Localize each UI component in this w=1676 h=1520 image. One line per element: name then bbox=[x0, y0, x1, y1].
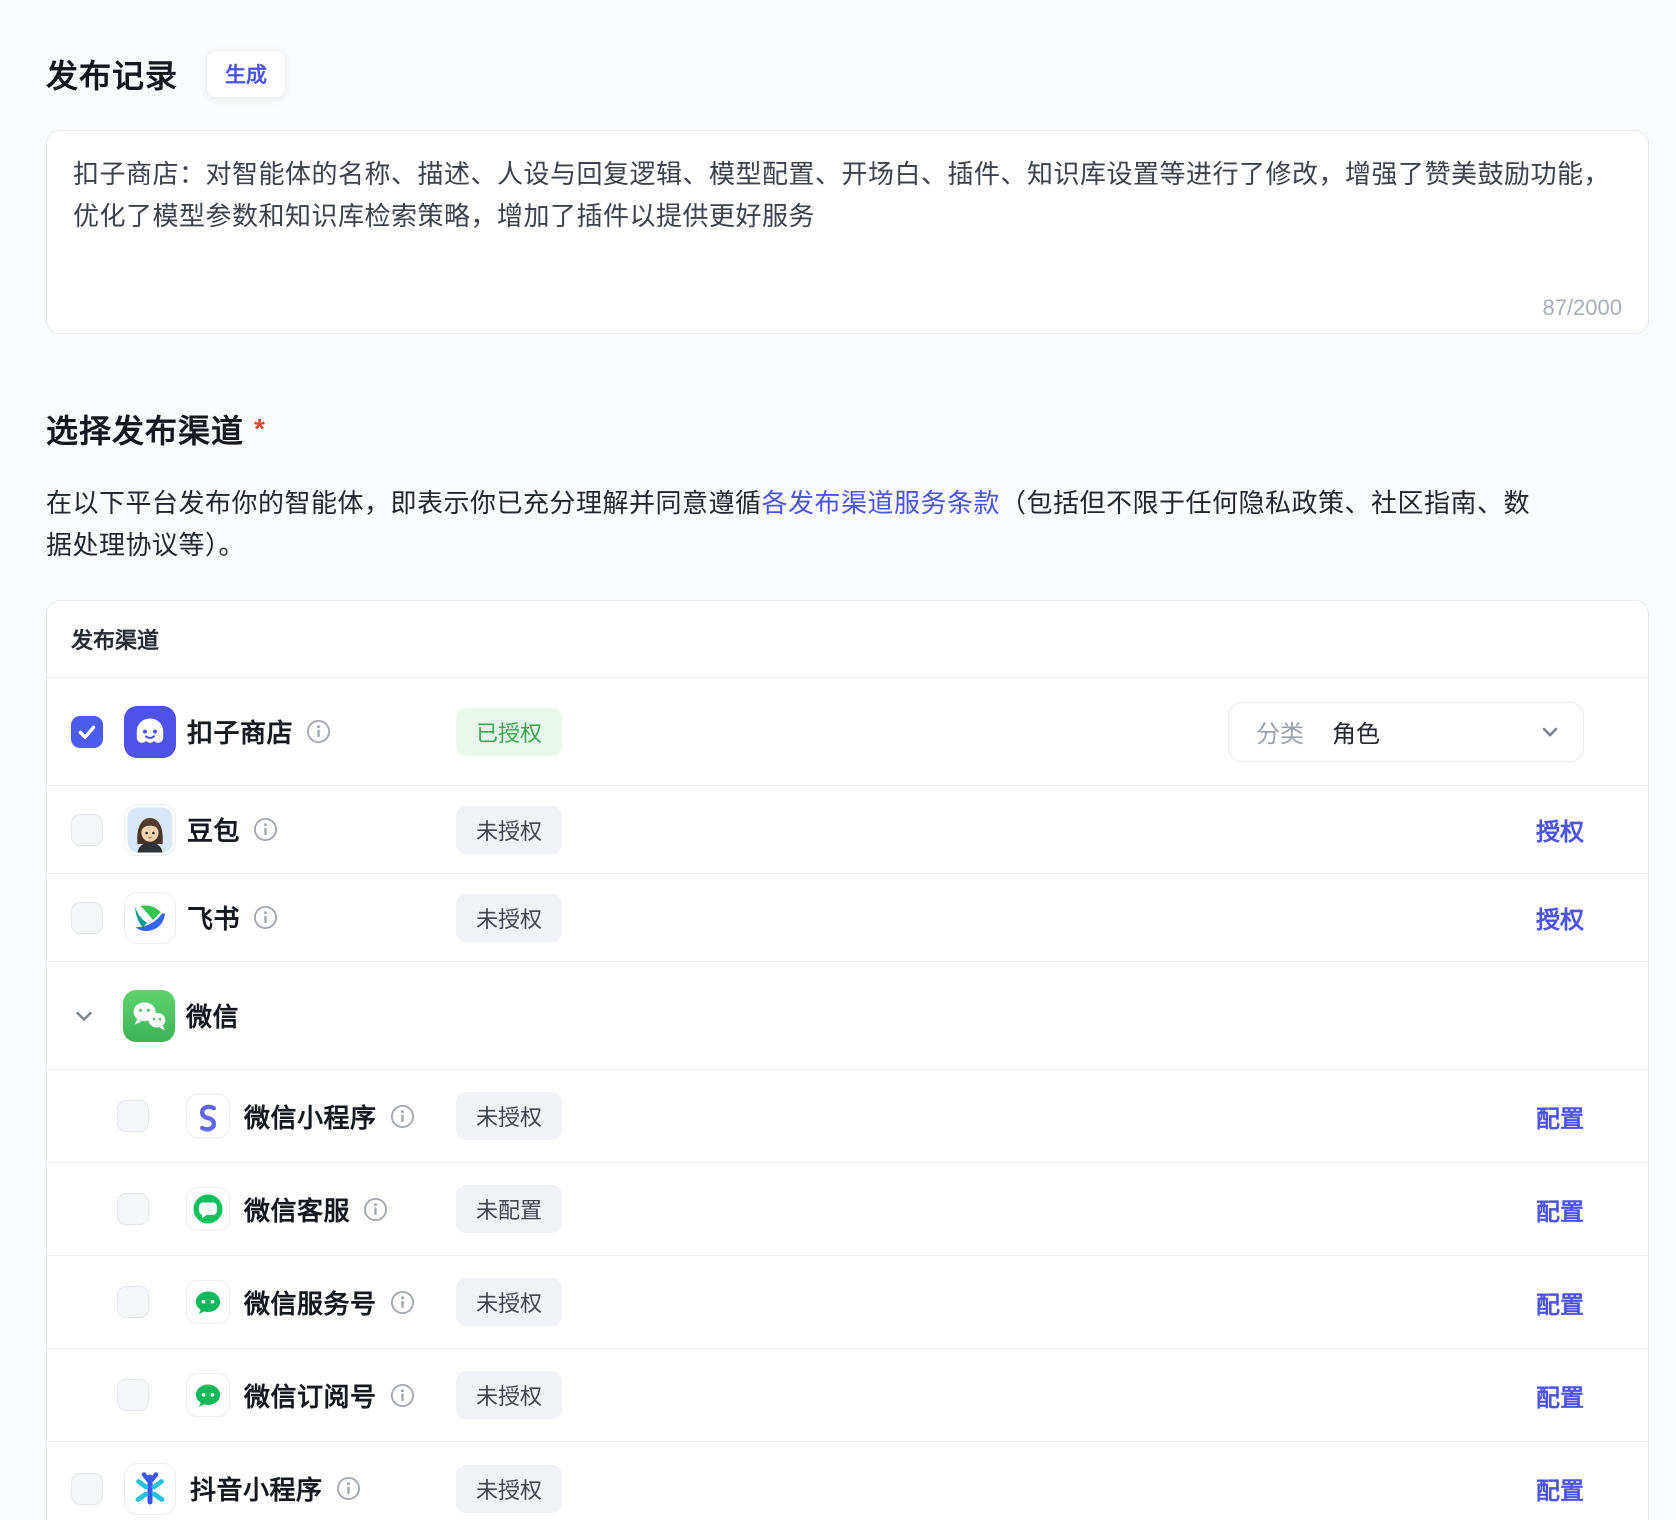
info-icon[interactable] bbox=[306, 719, 331, 744]
wechat-kefu-icon bbox=[186, 1187, 230, 1231]
feishu-checkbox[interactable] bbox=[71, 902, 103, 934]
wechat-kefu-checkbox[interactable] bbox=[117, 1193, 149, 1225]
wechat-service-account-checkbox[interactable] bbox=[117, 1286, 149, 1318]
info-icon[interactable] bbox=[390, 1290, 415, 1315]
page-title: 发布记录 bbox=[46, 51, 178, 97]
check-icon bbox=[72, 716, 102, 748]
channel-row-wechat-service-account: 微信服务号 未授权 配置 bbox=[47, 1256, 1648, 1349]
channel-name: 微信 bbox=[186, 997, 239, 1034]
wechat-miniprogram-icon bbox=[186, 1094, 230, 1138]
section-title: 选择发布渠道 * bbox=[46, 406, 1649, 452]
publish-record-text: 扣子商店：对智能体的名称、描述、人设与回复逻辑、模型配置、开场白、插件、知识库设… bbox=[73, 153, 1622, 237]
status-badge: 未配置 bbox=[456, 1185, 562, 1233]
channel-name: 扣子商店 bbox=[187, 713, 293, 750]
coze-store-checkbox[interactable] bbox=[71, 716, 103, 748]
wechat-icon bbox=[123, 990, 175, 1042]
section-title-text: 选择发布渠道 bbox=[46, 413, 244, 449]
channel-name: 微信服务号 bbox=[244, 1284, 377, 1321]
channel-row-doubao: 豆包 未授权 授权 bbox=[47, 786, 1648, 874]
channels-table-header: 发布渠道 bbox=[47, 601, 1648, 678]
status-badge: 未授权 bbox=[456, 894, 562, 942]
channel-row-coze-store: 扣子商店 已授权 分类 角色 bbox=[47, 678, 1648, 786]
info-icon[interactable] bbox=[253, 817, 278, 842]
channel-row-wechat-subscription-account: 微信订阅号 未授权 配置 bbox=[47, 1349, 1648, 1442]
collapse-chevron-icon[interactable] bbox=[71, 1003, 97, 1029]
disclaimer-before: 在以下平台发布你的智能体，即表示你已充分理解并同意遵循 bbox=[46, 488, 762, 518]
status-badge: 已授权 bbox=[456, 708, 562, 756]
channel-row-wechat-kefu: 微信客服 未配置 配置 bbox=[47, 1163, 1648, 1256]
char-counter: 87/2000 bbox=[1542, 295, 1622, 321]
douyin-miniprogram-checkbox[interactable] bbox=[71, 1473, 103, 1505]
channel-row-wechat-miniprogram: 微信小程序 未授权 配置 bbox=[47, 1070, 1648, 1163]
channel-name: 豆包 bbox=[187, 811, 240, 848]
feishu-icon bbox=[124, 892, 176, 944]
authorize-link[interactable]: 授权 bbox=[1536, 812, 1584, 847]
info-icon[interactable] bbox=[390, 1383, 415, 1408]
chevron-down-icon bbox=[1537, 719, 1563, 745]
wechat-miniprogram-checkbox[interactable] bbox=[117, 1100, 149, 1132]
info-icon[interactable] bbox=[253, 905, 278, 930]
channel-name: 微信订阅号 bbox=[244, 1377, 377, 1414]
required-asterisk: * bbox=[254, 413, 266, 444]
status-badge: 未授权 bbox=[456, 1092, 562, 1140]
channel-row-douyin-miniprogram: 抖音小程序 未授权 配置 bbox=[47, 1442, 1648, 1520]
channels-panel: 发布渠道 扣子商店 已授权 分类 角色 bbox=[46, 600, 1649, 1520]
doubao-icon bbox=[124, 804, 176, 856]
category-value: 角色 bbox=[1332, 714, 1380, 749]
publish-page: 发布记录 生成 扣子商店：对智能体的名称、描述、人设与回复逻辑、模型配置、开场白… bbox=[0, 50, 1676, 1520]
wechat-service-account-icon bbox=[186, 1280, 230, 1324]
channel-name: 微信小程序 bbox=[244, 1098, 377, 1135]
configure-link[interactable]: 配置 bbox=[1536, 1099, 1584, 1134]
category-label: 分类 bbox=[1256, 714, 1304, 749]
configure-link[interactable]: 配置 bbox=[1536, 1192, 1584, 1227]
category-dropdown[interactable]: 分类 角色 bbox=[1228, 702, 1584, 762]
status-badge: 未授权 bbox=[456, 1278, 562, 1326]
channel-name: 微信客服 bbox=[244, 1191, 350, 1228]
wechat-subscription-account-icon bbox=[186, 1373, 230, 1417]
info-icon[interactable] bbox=[390, 1104, 415, 1129]
page-header: 发布记录 生成 bbox=[46, 50, 1649, 98]
configure-link[interactable]: 配置 bbox=[1536, 1378, 1584, 1413]
doubao-checkbox[interactable] bbox=[71, 814, 103, 846]
channel-group-row-wechat: 微信 bbox=[47, 962, 1648, 1070]
channel-row-feishu: 飞书 未授权 授权 bbox=[47, 874, 1648, 962]
authorize-link[interactable]: 授权 bbox=[1536, 900, 1584, 935]
wechat-subscription-account-checkbox[interactable] bbox=[117, 1379, 149, 1411]
publish-record-textarea[interactable]: 扣子商店：对智能体的名称、描述、人设与回复逻辑、模型配置、开场白、插件、知识库设… bbox=[46, 130, 1649, 334]
coze-store-icon bbox=[124, 706, 176, 758]
configure-link[interactable]: 配置 bbox=[1536, 1471, 1584, 1506]
generate-button[interactable]: 生成 bbox=[206, 50, 286, 98]
status-badge: 未授权 bbox=[456, 1465, 562, 1513]
channel-name: 抖音小程序 bbox=[190, 1470, 323, 1507]
configure-link[interactable]: 配置 bbox=[1536, 1285, 1584, 1320]
terms-link[interactable]: 各发布渠道服务条款 bbox=[762, 488, 1001, 518]
disclaimer-text: 在以下平台发布你的智能体，即表示你已充分理解并同意遵循各发布渠道服务条款（包括但… bbox=[46, 482, 1549, 566]
info-icon[interactable] bbox=[363, 1197, 388, 1222]
info-icon[interactable] bbox=[336, 1476, 361, 1501]
status-badge: 未授权 bbox=[456, 806, 562, 854]
status-badge: 未授权 bbox=[456, 1371, 562, 1419]
douyin-miniprogram-icon bbox=[124, 1463, 176, 1515]
channel-name: 飞书 bbox=[187, 899, 240, 936]
